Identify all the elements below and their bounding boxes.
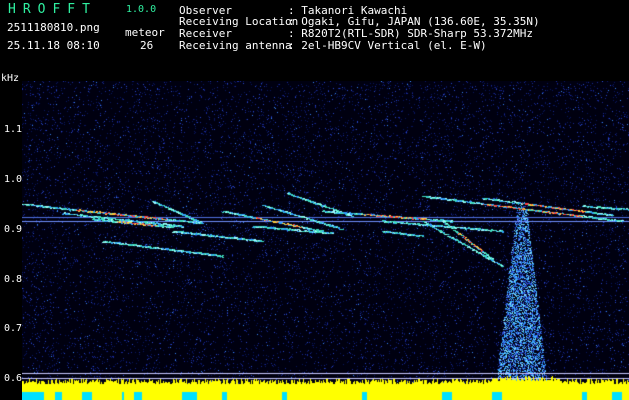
y-tick-label: 0.9: [4, 224, 23, 235]
y-axis-unit: kHz: [1, 73, 20, 84]
antenna-label: Receiving antenna: [179, 39, 292, 52]
file-name: 2511180810.png: [7, 21, 100, 34]
y-tick-label: 0.6: [4, 373, 23, 384]
hrofft-window: HROFFT 1.0.0 2511180810.png 25.11.18 08:…: [0, 0, 629, 400]
y-tick-label: 1.0: [4, 174, 23, 185]
location-label: Receiving Location: [179, 15, 299, 28]
spectrogram-canvas: [22, 81, 629, 400]
capture-datetime: 25.11.18 08:10: [7, 39, 100, 52]
y-tick-label: 0.8: [4, 274, 23, 285]
y-tick-label: 0.7: [4, 323, 23, 334]
antenna-value: : 2el-HB9CV Vertical (el. E-W): [288, 39, 487, 52]
app-title: HROFFT: [8, 2, 97, 17]
receiver-label: Receiver: [179, 27, 232, 40]
meteor-count: 26: [140, 39, 154, 52]
location-value: : Ogaki, Gifu, JAPAN (136.60E, 35.35N): [288, 15, 540, 28]
meteor-label: meteor: [125, 26, 165, 39]
app-version: 1.0.0: [126, 4, 157, 15]
receiver-value: : R820T2(RTL-SDR) SDR-Sharp 53.372MHz: [288, 27, 534, 40]
y-tick-label: 1.1: [4, 124, 23, 135]
